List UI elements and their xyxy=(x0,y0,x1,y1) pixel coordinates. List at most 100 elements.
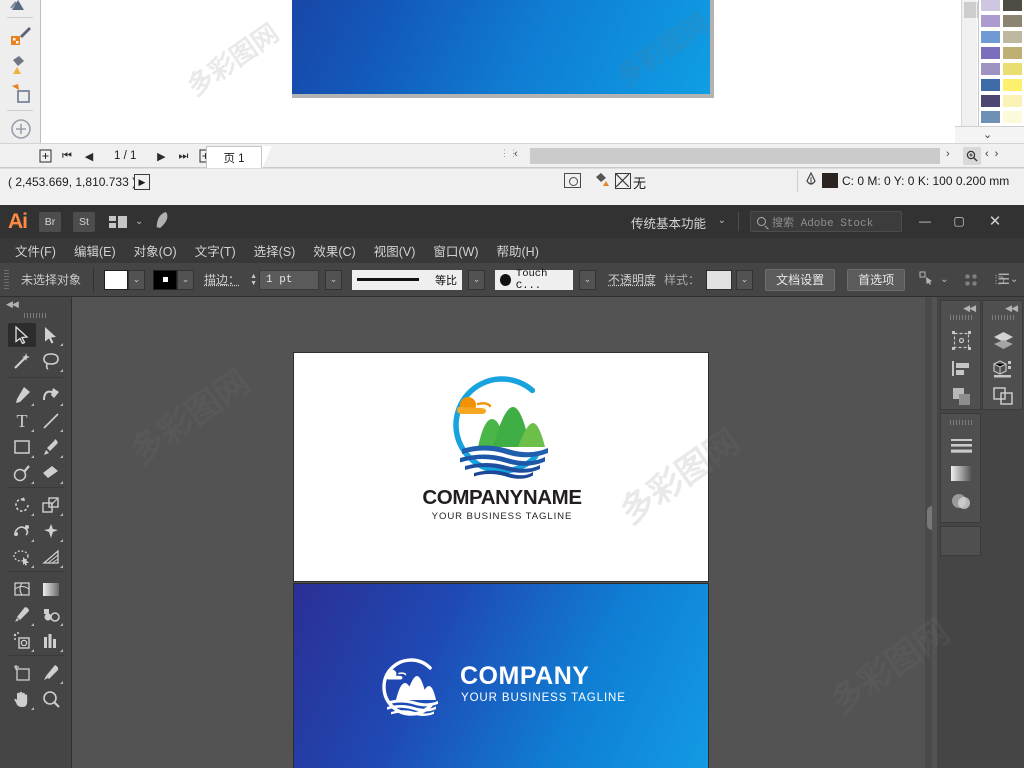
scale-tool[interactable] xyxy=(37,493,65,517)
libraries-panel-icon[interactable] xyxy=(990,355,1017,381)
artboards-panel-icon[interactable] xyxy=(990,383,1017,409)
document-canvas[interactable]: COMPANYNAME YOUR BUSINESS TAGLINE COMPAN… xyxy=(72,297,932,768)
line-segment-tool[interactable] xyxy=(37,409,65,433)
control-bar-grip-icon[interactable] xyxy=(4,269,9,290)
swatch[interactable] xyxy=(980,94,1001,108)
bridge-button[interactable]: Br xyxy=(39,211,61,232)
minimize-button[interactable]: — xyxy=(910,209,940,233)
free-transform-tool[interactable] xyxy=(37,519,65,543)
shape-builder-tool[interactable] xyxy=(8,545,36,569)
panel-grip-icon-2[interactable] xyxy=(992,315,1014,320)
panel-prev-arrow-icon[interactable]: ‹ xyxy=(985,148,995,160)
stroke-weight-input[interactable]: 1 pt xyxy=(259,269,320,290)
swatch[interactable] xyxy=(980,30,1001,44)
stroke-color-chevron-down-icon[interactable]: ⌄ xyxy=(177,269,195,290)
menu-item-type[interactable]: 文字(T) xyxy=(186,238,245,263)
swatch[interactable] xyxy=(980,62,1001,76)
fill-color-swatch[interactable] xyxy=(104,269,129,290)
last-page-icon[interactable]: ⏭ xyxy=(172,145,194,167)
swatch[interactable] xyxy=(980,78,1001,92)
panel-nav-arrows[interactable]: ‹› xyxy=(985,148,1004,160)
fill-color-chevron-down-icon[interactable]: ⌄ xyxy=(128,269,146,290)
align-icon[interactable] xyxy=(964,272,979,287)
swatch[interactable] xyxy=(980,0,1001,12)
swatch[interactable] xyxy=(980,110,1001,124)
gradient-mesh-tool-partial-icon[interactable] xyxy=(9,0,33,18)
scrollbar-thumb-horizontal[interactable] xyxy=(530,148,940,164)
swatches-panel[interactable] xyxy=(978,0,1024,130)
width-tool[interactable] xyxy=(8,519,36,543)
menu-item-help[interactable]: 帮助(H) xyxy=(488,238,548,263)
paintbrush-tool[interactable] xyxy=(37,435,65,459)
background-vertical-scrollbar[interactable] xyxy=(961,0,977,143)
pen-tool[interactable] xyxy=(8,383,36,407)
swatch[interactable] xyxy=(1002,0,1023,12)
profile-chevron-down-icon[interactable]: ⌄ xyxy=(468,269,486,290)
stroke-weight-chevron-down-icon[interactable]: ⌄ xyxy=(325,269,343,290)
swatch[interactable] xyxy=(1002,78,1023,92)
add-anchor-point-icon[interactable] xyxy=(9,117,33,141)
rotate-tool[interactable] xyxy=(8,493,36,517)
shaper-tool[interactable] xyxy=(8,461,36,485)
rectangle-tool[interactable] xyxy=(8,435,36,459)
document-setup-button[interactable]: 文档设置 xyxy=(765,268,836,291)
gradient-tool[interactable] xyxy=(37,577,65,601)
close-button[interactable]: ✕ xyxy=(980,209,1010,233)
swatch[interactable] xyxy=(1002,110,1023,124)
stroke-weight-stepper[interactable]: ▲ ▼ xyxy=(248,270,259,290)
panel-grip-icon[interactable] xyxy=(24,313,48,318)
menu-item-file[interactable]: 文件(F) xyxy=(6,238,65,263)
swatch[interactable] xyxy=(1002,94,1023,108)
menu-item-view[interactable]: 视图(V) xyxy=(365,238,425,263)
style-chevron-down-icon[interactable]: ⌄ xyxy=(736,269,754,290)
magic-wand-tool[interactable] xyxy=(8,349,36,373)
stroke-color-swatch[interactable] xyxy=(153,269,178,290)
page-indicator[interactable]: 1 / 1 xyxy=(100,150,150,162)
select-similar-chevron-down-icon[interactable]: ⌄ xyxy=(940,274,948,285)
canvas-vertical-scrollbar[interactable] xyxy=(925,297,932,768)
collapse-double-arrow-icon[interactable]: ◀◀ xyxy=(963,303,976,314)
brush-chevron-down-icon[interactable]: ⌄ xyxy=(579,269,597,290)
prev-page-icon[interactable]: ◀ xyxy=(78,145,100,167)
menu-item-select[interactable]: 选择(S) xyxy=(245,238,305,263)
zoom-tool[interactable] xyxy=(37,687,65,711)
swatch[interactable] xyxy=(1002,62,1023,76)
variable-width-profile-select[interactable]: 等比 xyxy=(352,269,463,290)
swatch[interactable] xyxy=(980,14,1001,28)
collapse-double-arrow-icon[interactable]: ◀◀ xyxy=(6,299,19,310)
selection-tool[interactable] xyxy=(8,323,36,347)
gradient-panel-icon[interactable] xyxy=(948,460,975,486)
canvas-scrollbar-thumb[interactable] xyxy=(927,506,932,530)
distribute-chevron-down-icon[interactable]: ⌄ xyxy=(1010,274,1018,285)
workspace-name[interactable]: 传统基本功能 xyxy=(631,213,706,232)
stroke-weight-label[interactable]: 描边： xyxy=(204,271,240,288)
eyedropper-tool[interactable] xyxy=(8,603,36,627)
swatch[interactable] xyxy=(980,46,1001,60)
artboard-tool[interactable] xyxy=(8,661,36,685)
stroke-panel-icon[interactable] xyxy=(948,432,975,458)
slice-tool[interactable] xyxy=(37,661,65,685)
coordinate-expand-button[interactable]: ▶ xyxy=(134,174,150,190)
maximize-button[interactable]: ▢ xyxy=(944,209,974,233)
graphic-style-swatch[interactable] xyxy=(706,269,733,290)
horizontal-scrollbar[interactable]: ‹ › xyxy=(512,144,967,169)
transform-panel-icon[interactable] xyxy=(948,327,975,353)
direct-selection-tool[interactable] xyxy=(37,323,65,347)
brush-definition-select[interactable]: Touch C... xyxy=(495,268,574,292)
lasso-tool[interactable] xyxy=(37,349,65,373)
first-page-icon[interactable]: ⏮ xyxy=(56,145,78,167)
fill-bucket-icon[interactable] xyxy=(594,172,610,192)
new-page-icon[interactable] xyxy=(34,145,56,167)
zoom-tool-icon[interactable] xyxy=(963,147,981,165)
select-similar-icon[interactable] xyxy=(919,271,935,288)
mesh-tool[interactable] xyxy=(8,577,36,601)
menu-item-effect[interactable]: 效果(C) xyxy=(304,238,364,263)
swatch[interactable] xyxy=(1002,46,1023,60)
artboard-white[interactable]: COMPANYNAME YOUR BUSINESS TAGLINE xyxy=(293,352,709,582)
preview-mode-icon[interactable] xyxy=(564,173,581,188)
workspace-chevron-down-icon[interactable]: ⌄ xyxy=(135,216,143,227)
swatch[interactable] xyxy=(1002,14,1023,28)
scrollbar-thumb[interactable] xyxy=(964,2,976,18)
hand-tool[interactable] xyxy=(8,687,36,711)
panel-next-arrow-icon[interactable]: › xyxy=(995,148,1005,160)
